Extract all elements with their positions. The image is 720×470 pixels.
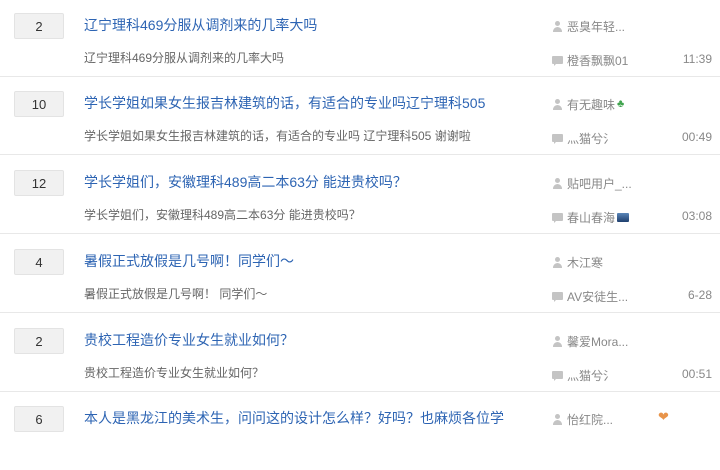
reply-count-badge: 6 [14,406,64,432]
thread-row: 2 贵校工程造价专业女生就业如何？ 贵校工程造价专业女生就业如何？ 馨爱Mora… [0,315,720,392]
last-replier-name-link[interactable]: 灬猫兮氵 [567,130,615,147]
last-replier: 灬猫兮氵 [552,130,615,147]
thread-title-link[interactable]: 贵校工程造价专业女生就业如何？ [84,330,294,350]
reply-icon [552,133,563,144]
thread-excerpt: 贵校工程造价专业女生就业如何？ [84,366,265,380]
author-name-link[interactable]: 馨爱Mora... [567,333,628,350]
thread-row: 4 暑假正式放假是几号啊！同学们～ 暑假正式放假是几号啊！ 同学们～ 木江寒 A… [0,236,720,313]
thread-author: 恶臭年轻... [552,18,625,35]
reply-count-badge: 12 [14,170,64,196]
last-replier: AV安徒生... [552,288,628,305]
thread-author: 木江寒 [552,254,603,271]
thread-title-link[interactable]: 辽宁理科469分服从调剂来的几率大吗 [84,15,317,35]
user-icon [552,21,563,32]
thread-excerpt: 学长学姐们，安徽理科489高二本63分 能进贵校吗？ [84,208,361,222]
thread-title-link[interactable]: 暑假正式放假是几号啊！同学们～ [84,251,294,271]
reply-count-badge: 4 [14,249,64,275]
author-name-link[interactable]: 木江寒 [567,254,603,271]
user-icon [552,178,563,189]
thread-author: 怡红院... [552,411,613,428]
thread-author: 馨爱Mora... [552,333,628,350]
last-replier-name-link[interactable]: 橙香飘飘01 [567,52,628,69]
reply-icon [552,291,563,302]
thread-author: 有无趣味 ♣ [552,96,624,113]
author-name-link[interactable]: 有无趣味 [567,96,615,113]
author-name-link[interactable]: 贴吧用户_... [567,175,632,192]
thread-row: 6 本人是黑龙江的美术生，问问这的设计怎么样？好吗？也麻烦各位学 怡红院... … [0,393,720,470]
user-icon [552,99,563,110]
user-icon [552,414,563,425]
last-replier-name-link[interactable]: 灬猫兮氵 [567,367,615,384]
thread-row: 2 辽宁理科469分服从调剂来的几率大吗 辽宁理科469分服从调剂来的几率大吗 … [0,0,720,77]
last-replier: 灬猫兮氵 [552,367,615,384]
reply-count-badge: 2 [14,328,64,354]
last-reply-time: 00:51 [681,367,712,381]
thread-list: 2 辽宁理科469分服从调剂来的几率大吗 辽宁理科469分服从调剂来的几率大吗 … [0,0,720,432]
last-reply-time: 11:39 [682,52,712,66]
last-replier: 春山春海 [552,209,630,226]
last-reply-time: 03:08 [681,209,712,223]
author-name-link[interactable]: 恶臭年轻... [567,18,625,35]
author-name-link[interactable]: 怡红院... [567,411,613,428]
user-icon [552,336,563,347]
lungs-icon: ❤ [658,409,669,424]
reply-count-badge: 10 [14,91,64,117]
reply-count-badge: 2 [14,13,64,39]
thread-title-link[interactable]: 学长学姐们，安徽理科489高二本63分 能进贵校吗？ [84,172,407,192]
reply-icon [552,212,563,223]
last-replier-name-link[interactable]: AV安徒生... [567,288,628,305]
thread-excerpt: 暑假正式放假是几号啊！ 同学们～ [84,287,268,301]
last-replier-name-link[interactable]: 春山春海 [567,209,615,226]
thread-excerpt: 辽宁理科469分服从调剂来的几率大吗 [84,51,285,65]
clover-icon: ♣ [617,98,625,110]
last-reply-time: 6-28 [687,288,712,302]
reply-icon [552,370,563,381]
thread-row: 10 学长学姐如果女生报吉林建筑的话，有适合的专业吗辽宁理科505 学长学姐如果… [0,78,720,155]
last-replier: 橙香飘飘01 [552,52,628,69]
reply-icon [552,55,563,66]
user-icon [552,257,563,268]
wave-badge-icon [617,213,630,222]
thread-excerpt: 学长学姐如果女生报吉林建筑的话，有适合的专业吗 辽宁理科505 谢谢啦 [84,129,471,143]
last-reply-time: 00:49 [681,130,712,144]
thread-author: 贴吧用户_... [552,175,632,192]
thread-title-link[interactable]: 本人是黑龙江的美术生，问问这的设计怎么样？好吗？也麻烦各位学 [84,408,504,428]
thread-row: 12 学长学姐们，安徽理科489高二本63分 能进贵校吗？ 学长学姐们，安徽理科… [0,157,720,234]
thread-title-link[interactable]: 学长学姐如果女生报吉林建筑的话，有适合的专业吗辽宁理科505 [84,93,485,113]
